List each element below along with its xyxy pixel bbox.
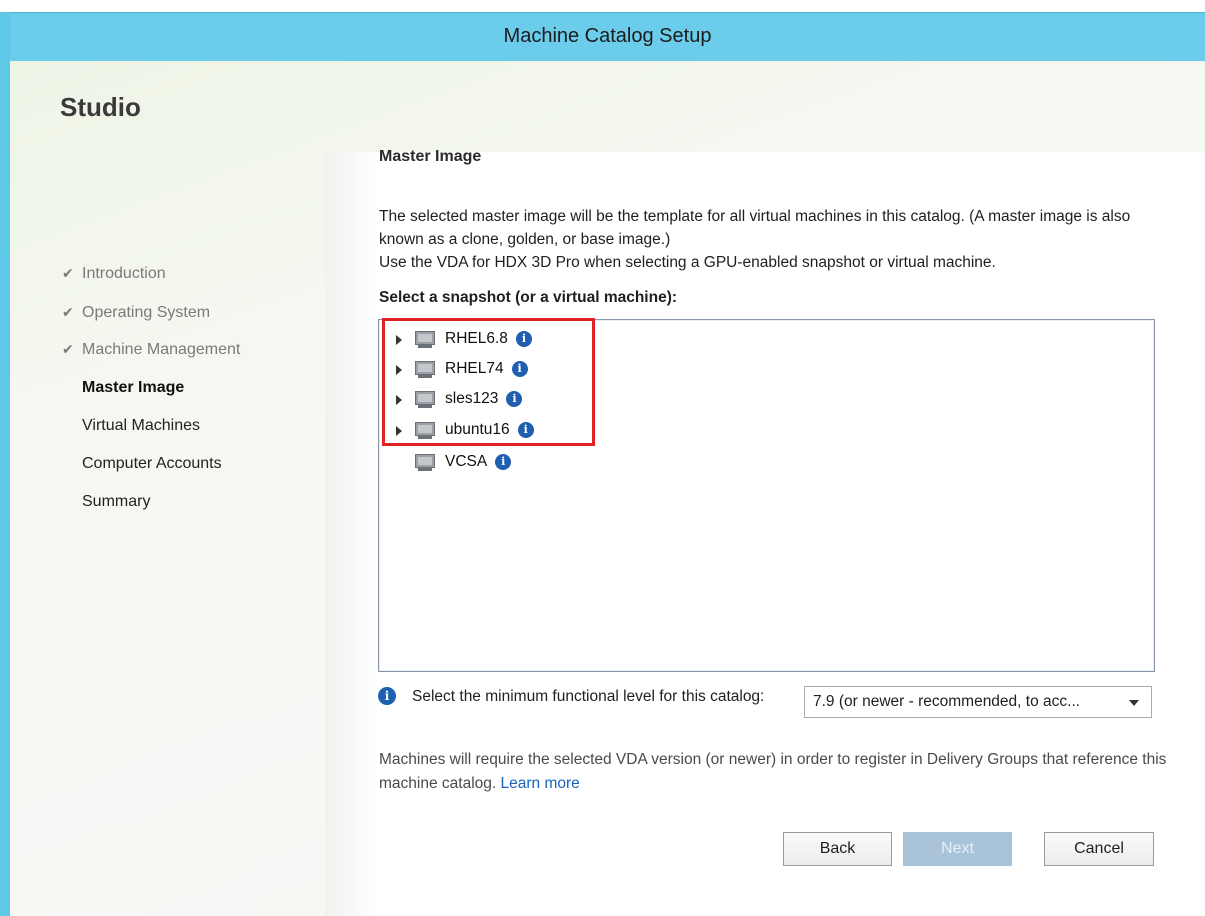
cancel-button[interactable]: Cancel xyxy=(1044,832,1154,866)
functional-level-dropdown[interactable]: 7.9 (or newer - recommended, to acc... xyxy=(804,686,1152,718)
checkmark-icon: ✔ xyxy=(62,265,74,281)
title-bar: Machine Catalog Setup xyxy=(10,12,1205,61)
window-title: Machine Catalog Setup xyxy=(503,25,712,47)
step-introduction: ✔ Introduction xyxy=(62,265,166,282)
step-summary: Summary xyxy=(82,493,151,510)
top-strip xyxy=(0,0,1205,12)
step-master-image: Master Image xyxy=(82,379,185,396)
step-virtual-machines: Virtual Machines xyxy=(82,417,200,434)
wizard-sidebar xyxy=(10,61,325,916)
checkmark-icon: ✔ xyxy=(62,341,74,357)
next-button[interactable]: Next xyxy=(903,832,1012,866)
step-operating-system: ✔ Operating System xyxy=(62,304,211,321)
info-icon[interactable]: i xyxy=(495,453,512,470)
functional-level-label: Select the minimum functional level for … xyxy=(412,688,765,705)
step-machine-management: ✔ Machine Management xyxy=(62,341,241,358)
snapshot-select-label: Select a snapshot (or a virtual machine)… xyxy=(379,289,678,306)
tree-item-vcsa[interactable]: VCSA i xyxy=(379,450,619,476)
active-step-notch xyxy=(315,378,326,400)
learn-more-link[interactable]: Learn more xyxy=(501,775,580,792)
page-description: The selected master image will be the te… xyxy=(379,208,1131,271)
info-icon: i xyxy=(378,687,396,705)
window-left-border xyxy=(0,12,10,916)
functional-level-value: 7.9 (or newer - recommended, to acc... xyxy=(813,693,1081,710)
vda-note: Machines will require the selected VDA v… xyxy=(379,751,1167,792)
checkmark-icon: ✔ xyxy=(62,304,74,320)
highlight-box xyxy=(382,318,595,446)
page-heading: Master Image xyxy=(379,148,482,165)
step-computer-accounts: Computer Accounts xyxy=(82,455,222,472)
vm-icon xyxy=(415,454,435,471)
chevron-down-icon xyxy=(1129,700,1139,706)
studio-title: Studio xyxy=(60,92,141,122)
back-button[interactable]: Back xyxy=(783,832,892,866)
